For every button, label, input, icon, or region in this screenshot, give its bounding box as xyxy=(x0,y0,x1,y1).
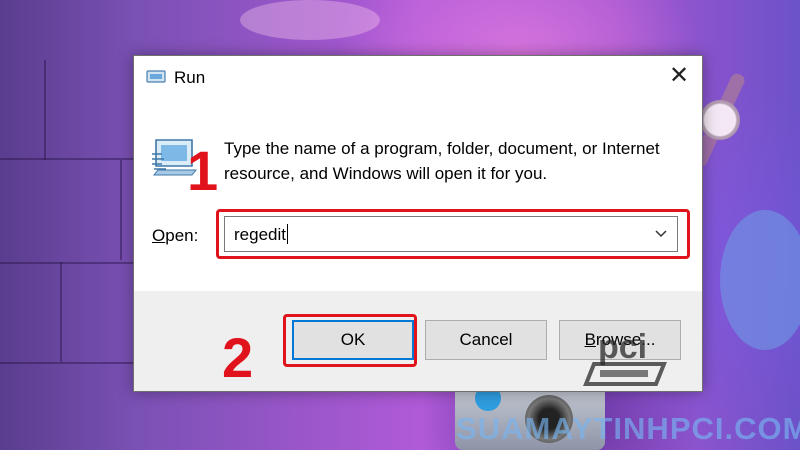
watermark-logo: pci xyxy=(583,328,667,386)
dialog-description: Type the name of a program, folder, docu… xyxy=(224,139,660,183)
svg-text:pci: pci xyxy=(598,328,647,366)
desk-object xyxy=(720,210,800,350)
wristwatch xyxy=(700,100,740,140)
watermark-site: SUAMAYTINHPCI.COM xyxy=(456,411,800,446)
wood-plank-line xyxy=(0,158,140,160)
wood-plank-line xyxy=(60,262,62,362)
title-bar[interactable]: Run ✕ xyxy=(134,56,702,100)
highlight-open-field xyxy=(216,209,690,259)
close-button[interactable]: ✕ xyxy=(656,56,702,96)
wood-plank-line xyxy=(120,160,122,260)
wood-plank-line xyxy=(0,262,140,264)
open-label-accelerator: O xyxy=(152,226,166,245)
step-number-2: 2 xyxy=(222,326,254,389)
open-label-text: pen: xyxy=(165,226,199,245)
run-app-icon xyxy=(146,70,166,83)
wood-plank-line xyxy=(44,60,46,160)
close-icon: ✕ xyxy=(668,62,690,89)
open-label: Open: xyxy=(152,226,198,246)
window-title: Run xyxy=(174,68,206,87)
highlight-ok-button xyxy=(283,314,417,367)
wood-plank-line xyxy=(0,362,140,364)
step-number-1: 1 xyxy=(187,139,219,202)
cancel-button[interactable]: Cancel xyxy=(425,320,547,360)
desk-object xyxy=(240,0,380,40)
